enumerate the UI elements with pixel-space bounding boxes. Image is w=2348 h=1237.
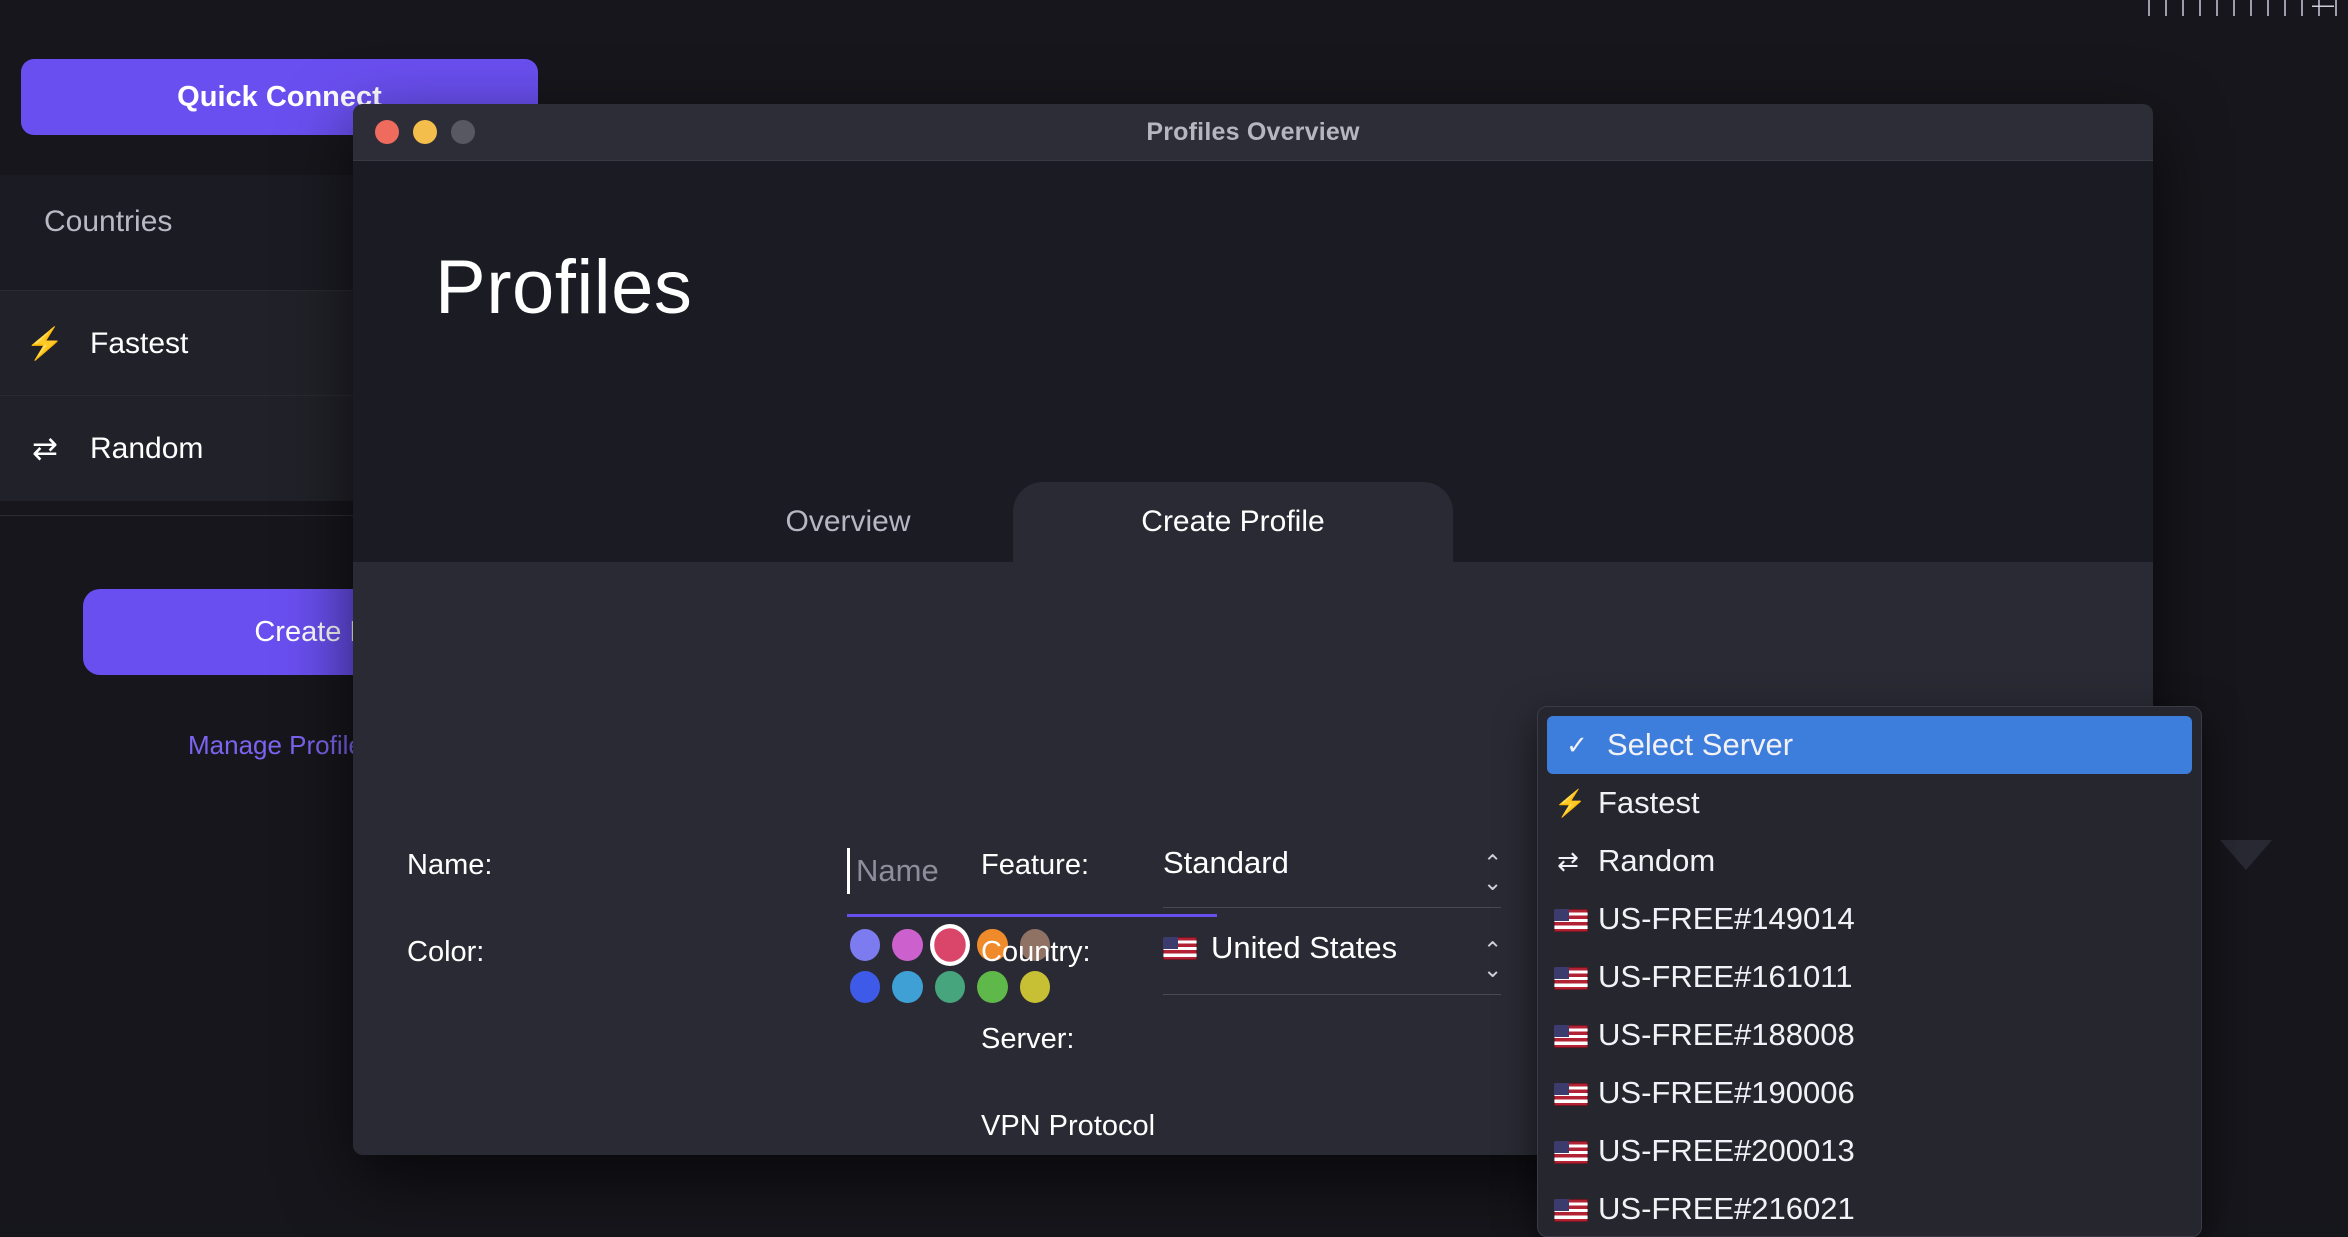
tab-overview-label: Overview xyxy=(785,505,911,538)
server-option-label: US-FREE#216021 xyxy=(1598,1191,1855,1226)
server-option-4[interactable]: US-FREE#161011 xyxy=(1538,948,2201,1006)
country-select[interactable]: United States xyxy=(1163,930,1397,966)
server-option-5[interactable]: US-FREE#188008 xyxy=(1538,1006,2201,1064)
check-icon: ✓ xyxy=(1566,729,1588,760)
color-swatch-9[interactable] xyxy=(977,971,1008,1003)
server-label: Server: xyxy=(981,1023,1075,1055)
server-option-2[interactable]: ⇄ Random xyxy=(1538,832,2201,890)
server-option-label: US-FREE#190006 xyxy=(1598,1075,1855,1110)
lightning-bolt-icon: ⚡ xyxy=(1554,787,1587,818)
color-swatch-8[interactable] xyxy=(934,971,966,1003)
chevron-down-icon: ⌄ xyxy=(1483,869,1503,895)
server-option-label: Select Server xyxy=(1607,727,1794,762)
window-controls[interactable]: — xyxy=(2304,0,2342,18)
us-flag-icon xyxy=(1554,909,1588,933)
minimize-icon[interactable]: — xyxy=(2304,0,2342,18)
quick-connect-label: Quick Connect xyxy=(177,80,382,113)
color-picker-row xyxy=(850,971,1051,1003)
name-input-underline xyxy=(847,914,1217,917)
tab-create-profile-label: Create Profile xyxy=(1141,505,1325,538)
color-label: Color: xyxy=(407,936,485,968)
country-select-value: United States xyxy=(1211,930,1398,965)
server-option-8[interactable]: US-FREE#216021 xyxy=(1538,1180,2201,1236)
us-flag-icon xyxy=(1554,1141,1588,1165)
lightning-bolt-icon: ⚡ xyxy=(25,326,65,361)
server-option-6[interactable]: US-FREE#190006 xyxy=(1538,1064,2201,1122)
vpn-protocol-label: VPN Protocol xyxy=(981,1110,1156,1142)
color-swatch-3-selected[interactable] xyxy=(934,928,966,962)
us-flag-icon xyxy=(1554,967,1588,991)
countries-heading: Countries xyxy=(44,205,173,238)
us-flag-icon xyxy=(1554,1136,1588,1167)
us-flag-icon xyxy=(1554,1020,1588,1051)
us-flag-icon xyxy=(1554,1194,1588,1225)
us-flag-icon xyxy=(1554,962,1588,993)
feature-label: Feature: xyxy=(981,849,1089,881)
feature-select[interactable]: Standard xyxy=(1163,845,1289,881)
page-title: Profiles xyxy=(435,245,693,330)
server-option-1[interactable]: ⚡ Fastest xyxy=(1538,774,2201,832)
feature-field-underline xyxy=(1163,907,1501,908)
tab-create-profile[interactable]: Create Profile xyxy=(1013,482,1453,562)
feature-stepper-icon[interactable]: ⌃ ⌄ xyxy=(1483,852,1503,895)
name-input-placeholder: Name xyxy=(856,853,939,888)
country-label: Country: xyxy=(981,936,1091,968)
sidebar-item-fastest-label: Fastest xyxy=(90,326,189,360)
sidebar-item-random-label: Random xyxy=(90,431,204,465)
color-swatch-6[interactable] xyxy=(850,971,881,1003)
server-dropdown-menu[interactable]: ✓ Select Server ⚡ Fastest ⇄ Random US-FREE#149… xyxy=(1537,706,2202,1237)
server-option-label: US-FREE#188008 xyxy=(1598,1017,1855,1052)
server-option-label: Random xyxy=(1598,843,1716,878)
window-titlebar[interactable]: Profiles Overview xyxy=(353,104,2153,161)
server-option-label: US-FREE#161011 xyxy=(1598,959,1853,994)
us-flag-icon xyxy=(1554,1199,1588,1223)
shuffle-icon: ⇄ xyxy=(1557,845,1579,876)
color-swatch-7[interactable] xyxy=(892,971,923,1003)
name-label: Name: xyxy=(407,849,493,881)
color-swatch-2[interactable] xyxy=(892,929,923,961)
shuffle-icon: ⇄ xyxy=(32,430,58,466)
us-flag-icon xyxy=(1554,904,1588,935)
server-option-label: US-FREE#200013 xyxy=(1598,1133,1855,1168)
color-swatch-10[interactable] xyxy=(1019,971,1051,1003)
manage-profiles-label: Manage Profiles xyxy=(188,730,376,760)
server-option-label: Fastest xyxy=(1598,785,1700,820)
us-flag-icon xyxy=(1554,1083,1588,1107)
manage-profiles-link[interactable]: Manage Profiles xyxy=(188,730,376,761)
server-option-label: US-FREE#149014 xyxy=(1598,901,1855,936)
feature-select-value: Standard xyxy=(1163,845,1289,880)
color-swatch-1[interactable] xyxy=(850,929,881,961)
us-flag-icon xyxy=(1554,1025,1588,1049)
chevron-down-icon: ⌄ xyxy=(1483,956,1503,982)
server-option-3[interactable]: US-FREE#149014 xyxy=(1538,890,2201,948)
map-marker-icon xyxy=(2220,840,2272,870)
window-title: Profiles Overview xyxy=(1146,117,1360,146)
server-option-7[interactable]: US-FREE#200013 xyxy=(1538,1122,2201,1180)
tab-bar: Overview Create Profile xyxy=(353,482,2153,562)
country-stepper-icon[interactable]: ⌃ ⌄ xyxy=(1483,939,1503,982)
country-field-underline xyxy=(1163,994,1501,995)
tab-overview[interactable]: Overview xyxy=(683,482,1013,562)
us-flag-icon xyxy=(1554,1078,1588,1109)
text-caret xyxy=(847,848,850,894)
us-flag-icon xyxy=(1163,936,1197,960)
server-option-0[interactable]: ✓ Select Server xyxy=(1547,716,2192,774)
